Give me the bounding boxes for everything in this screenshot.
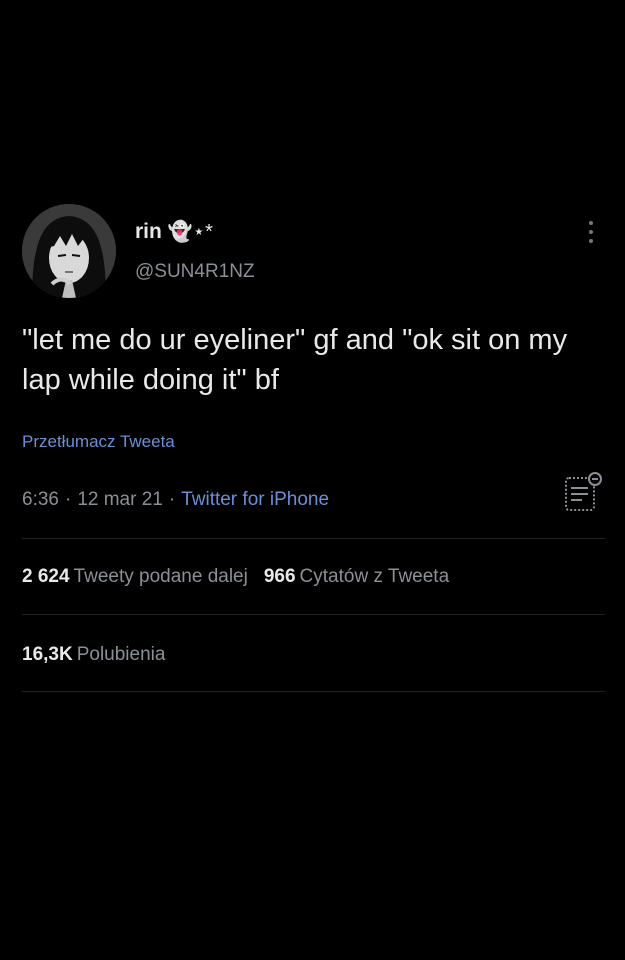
quotes-count: 966 [263, 566, 296, 587]
user-handle[interactable]: @SUN4R1NZ [135, 261, 255, 283]
divider [22, 691, 605, 692]
avatar[interactable] [22, 204, 116, 298]
display-name-emoji: 👻⋆* [167, 221, 213, 243]
likes-stat[interactable]: 16,3K Polubienia [22, 644, 165, 665]
retweets-count: 2 624 [22, 566, 70, 587]
tweet-timestamp-row: 6:36 · 12 mar 21 · Twitter for iPhone [22, 489, 329, 511]
translate-tweet-link[interactable]: Przetłumacz Tweeta [22, 432, 175, 452]
tweet-text: "let me do ur eyeliner" gf and "ok sit o… [22, 324, 568, 396]
quotes-stat[interactable]: 966 Cytatów z Tweeta [264, 566, 449, 587]
meta-separator: · [168, 489, 176, 510]
display-name[interactable]: rin 👻⋆* [135, 219, 213, 244]
tweet-date[interactable]: 12 mar 21 [77, 489, 163, 510]
tweet-source-link[interactable]: Twitter for iPhone [181, 489, 329, 510]
tweet-detail: rin 👻⋆* @SUN4R1NZ "let me do ur eyeliner… [0, 0, 625, 960]
meta-separator: · [64, 489, 72, 510]
retweets-stat[interactable]: 2 624 Tweety podane dalej [22, 566, 248, 587]
likes-stats-row: 16,3K Polubienia [22, 644, 165, 666]
divider [22, 538, 605, 539]
tweet-analytics-icon[interactable] [560, 470, 606, 516]
divider [22, 614, 605, 615]
engagement-stats-row: 2 624 Tweety podane dalej 966 Cytatów z Twe… [22, 566, 449, 588]
display-name-text: rin [135, 220, 162, 243]
likes-count: 16,3K [22, 644, 73, 665]
quotes-label: Cytatów z Tweeta [299, 566, 450, 587]
avatar-illustration [22, 204, 116, 298]
tweet-time[interactable]: 6:36 [22, 489, 59, 510]
retweets-label: Tweety podane dalej [73, 566, 248, 587]
likes-label: Polubienia [76, 644, 166, 665]
more-vertical-icon[interactable] [583, 218, 599, 246]
